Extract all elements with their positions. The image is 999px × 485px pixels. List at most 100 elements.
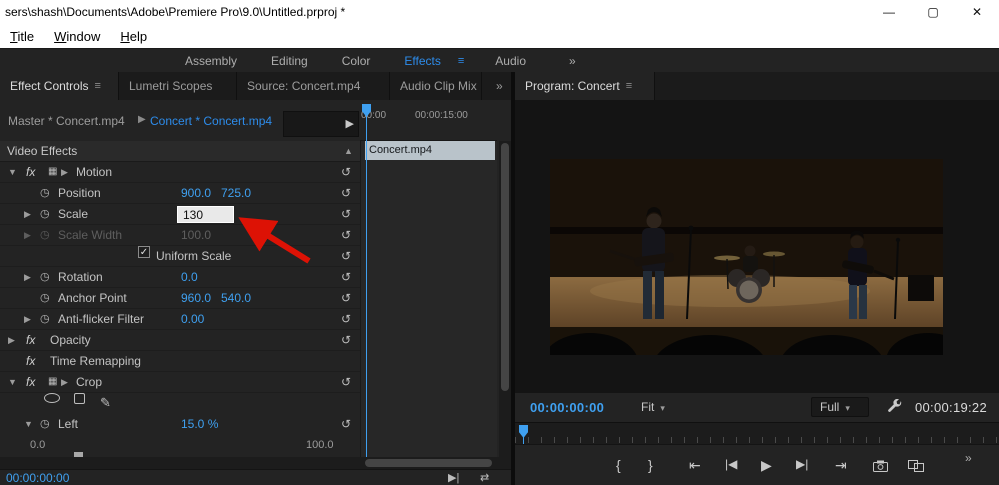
program-panel-menu-icon[interactable]: ≡: [626, 80, 632, 92]
uniform-scale-checkbox[interactable]: ✓: [138, 246, 150, 258]
program-current-timecode[interactable]: 00:00:00:00: [530, 400, 604, 415]
workspace-overflow-icon[interactable]: »: [543, 54, 576, 68]
effect-row-motion[interactable]: ▼ fx ▦ ▶ Motion ↺: [0, 162, 360, 183]
reset-icon[interactable]: ↺: [341, 309, 351, 329]
maximize-button[interactable]: ▢: [911, 0, 955, 24]
vertical-scrollbar[interactable]: [499, 141, 511, 457]
reset-icon[interactable]: ↺: [341, 330, 351, 350]
timeline-clip[interactable]: Concert.mp4: [365, 141, 495, 160]
master-clip-tab[interactable]: Master * Concert.mp4: [8, 114, 125, 128]
menu-window[interactable]: Window: [44, 29, 110, 44]
motion-label[interactable]: Motion: [76, 162, 112, 182]
tab-lumetri-scopes[interactable]: Lumetri Scopes: [119, 72, 237, 100]
collapsed-icon[interactable]: ▶: [24, 267, 31, 287]
effect-row-time-remapping[interactable]: fx Time Remapping: [0, 351, 360, 372]
expanded-icon[interactable]: ▼: [24, 414, 33, 434]
minimize-button[interactable]: —: [867, 0, 911, 24]
workspace-editing[interactable]: Editing: [254, 54, 325, 68]
pen-mask-icon[interactable]: ✎: [100, 393, 111, 413]
workspace-assembly[interactable]: Assembly: [168, 54, 254, 68]
workspace-audio[interactable]: Audio: [478, 54, 543, 68]
nav-forward-icon[interactable]: ▶: [346, 117, 354, 130]
fx-badge-icon[interactable]: fx: [26, 162, 35, 182]
mark-out-icon[interactable]: }: [648, 457, 653, 473]
workspace-menu-icon[interactable]: ≡: [458, 55, 478, 67]
tab-audio-clip-mixer[interactable]: Audio Clip Mix: [390, 72, 482, 100]
time-remapping-label[interactable]: Time Remapping: [50, 351, 141, 371]
effect-row-opacity[interactable]: ▶ fx Opacity ↺: [0, 330, 360, 351]
toggle-animation-icon[interactable]: ◷: [40, 183, 50, 203]
anchor-x-value[interactable]: 960.0: [181, 288, 211, 308]
toggle-animation-icon[interactable]: ◷: [40, 288, 50, 308]
ellipse-mask-icon[interactable]: [44, 393, 60, 403]
reset-icon[interactable]: ↺: [341, 267, 351, 287]
play-edit-icon[interactable]: ▶|: [448, 471, 459, 484]
reset-icon[interactable]: ↺: [341, 246, 351, 266]
workspace-effects[interactable]: Effects: [387, 54, 457, 68]
mark-in-icon[interactable]: {: [616, 457, 621, 473]
menu-title[interactable]: Title: [0, 29, 44, 44]
toggle-animation-icon[interactable]: ◷: [40, 309, 50, 329]
collapsed-icon[interactable]: ▶: [24, 309, 31, 329]
collapsed-icon[interactable]: ▶: [8, 330, 15, 350]
menu-help[interactable]: Help: [110, 29, 157, 44]
reset-icon[interactable]: ↺: [341, 372, 351, 392]
rectangle-mask-icon[interactable]: [74, 393, 85, 404]
video-effects-section-header[interactable]: Video Effects ▲: [0, 141, 360, 162]
expanded-icon[interactable]: ▼: [8, 372, 17, 392]
anti-flicker-value[interactable]: 0.00: [181, 309, 204, 329]
crop-label[interactable]: Crop: [76, 372, 102, 392]
zoom-level-select[interactable]: Fit ▾: [641, 400, 665, 414]
reset-icon[interactable]: ↺: [341, 414, 351, 434]
reset-icon[interactable]: ↺: [341, 183, 351, 203]
toggle-animation-icon[interactable]: ◷: [40, 267, 50, 287]
crop-left-value[interactable]: 15.0 %: [181, 414, 218, 434]
anti-flicker-label: Anti-flicker Filter: [58, 312, 145, 326]
clip-tab[interactable]: Concert * Concert.mp4: [150, 114, 272, 128]
position-x-value[interactable]: 900.0: [181, 183, 211, 203]
go-to-in-icon[interactable]: ⇤: [689, 457, 701, 474]
comparison-view-icon[interactable]: [908, 459, 924, 475]
effect-controls-timecode[interactable]: 00:00:00:00: [6, 471, 69, 485]
program-video-frame[interactable]: [542, 159, 970, 403]
step-forward-icon[interactable]: ▶|: [796, 457, 808, 471]
tab-program-monitor[interactable]: Program: Concert ≡: [515, 72, 655, 100]
vertical-scrollbar-thumb[interactable]: [501, 143, 509, 391]
reset-icon[interactable]: ↺: [341, 204, 351, 224]
scale-value-input[interactable]: [177, 206, 234, 223]
workspace-color[interactable]: Color: [325, 54, 388, 68]
opacity-label[interactable]: Opacity: [50, 330, 91, 350]
toggle-animation-icon[interactable]: ◷: [40, 204, 50, 224]
section-collapse-icon[interactable]: ▲: [344, 141, 353, 162]
transport-overflow-icon[interactable]: »: [965, 451, 972, 465]
reset-icon[interactable]: ↺: [341, 162, 351, 182]
tab-effect-controls[interactable]: Effect Controls ≡: [0, 72, 119, 100]
effect-controls-ruler[interactable]: 00:00 00:00:15:00: [360, 100, 497, 141]
go-to-out-icon[interactable]: ⇥: [835, 457, 847, 474]
expanded-icon[interactable]: ▼: [8, 162, 17, 182]
tab-source-monitor[interactable]: Source: Concert.mp4: [237, 72, 390, 100]
play-icon[interactable]: ▶: [761, 457, 772, 474]
effect-row-crop[interactable]: ▼ fx ▦ ▶ Crop ↺: [0, 372, 360, 393]
horizontal-scrollbar-thumb[interactable]: [365, 459, 492, 467]
collapsed-icon[interactable]: ▶: [24, 204, 31, 224]
panel-overflow-icon[interactable]: »: [486, 72, 511, 100]
horizontal-scrollbar[interactable]: [0, 457, 511, 469]
panel-menu-icon[interactable]: ≡: [94, 80, 100, 92]
loop-icon[interactable]: ⇄: [480, 471, 489, 484]
transform-icon: ▦: [48, 166, 58, 177]
timeline-nav-box[interactable]: ▶: [283, 111, 359, 137]
playback-resolution-select[interactable]: Full ▾: [811, 397, 869, 417]
fx-badge-icon[interactable]: fx: [26, 372, 35, 392]
program-timeline-strip[interactable]: [515, 422, 999, 445]
fx-badge-icon[interactable]: fx: [26, 330, 35, 350]
close-button[interactable]: ✕: [955, 0, 999, 24]
export-frame-icon[interactable]: [873, 459, 888, 475]
step-back-icon[interactable]: |◀: [725, 457, 737, 471]
position-y-value[interactable]: 725.0: [221, 183, 251, 203]
reset-icon[interactable]: ↺: [341, 288, 351, 308]
rotation-value[interactable]: 0.0: [181, 267, 198, 287]
anchor-y-value[interactable]: 540.0: [221, 288, 251, 308]
toggle-animation-icon[interactable]: ◷: [40, 414, 50, 434]
settings-wrench-icon[interactable]: [887, 398, 902, 417]
